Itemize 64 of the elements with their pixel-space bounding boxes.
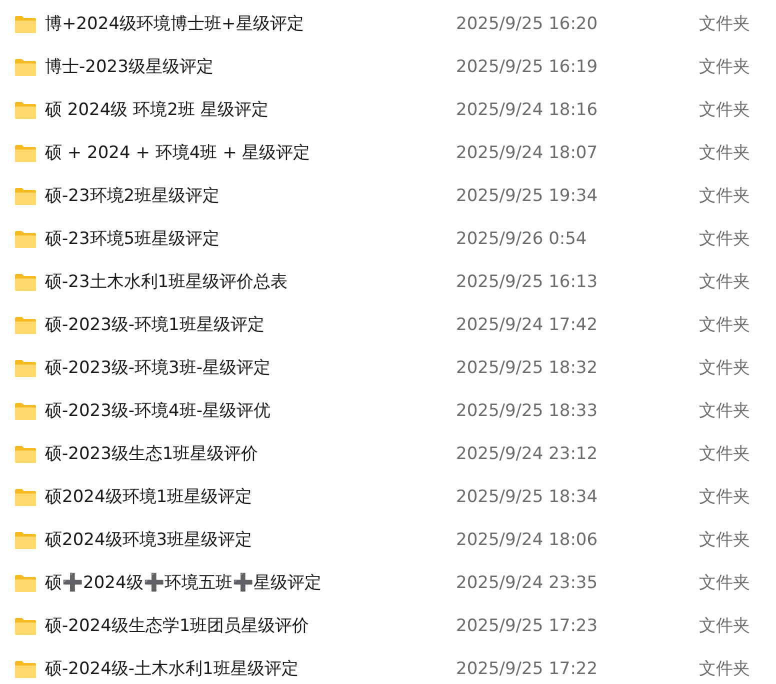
- folder-icon: [15, 274, 36, 291]
- file-type: 文件夹: [699, 658, 750, 681]
- file-type: 文件夹: [699, 98, 750, 122]
- folder-icon: [15, 618, 36, 635]
- modified-date: 2025/9/25 18:33: [456, 400, 599, 423]
- folder-icon: [15, 661, 36, 678]
- folder-icon: [15, 16, 36, 33]
- modified-date: 2025/9/24 17:42: [456, 314, 599, 337]
- file-type: 文件夹: [699, 56, 750, 79]
- modified-date: 2025/9/24 23:35: [456, 572, 599, 595]
- modified-date: 2025/9/25 16:13: [456, 270, 599, 294]
- file-type: 文件夹: [699, 486, 750, 509]
- file-type: 文件夹: [699, 12, 750, 36]
- modified-date: 2025/9/25 16:20: [456, 12, 599, 36]
- file-name[interactable]: 硕-2023级生态1班星级评价: [45, 442, 456, 468]
- folder-icon: [15, 446, 36, 463]
- modified-date: 2025/9/25 16:19: [456, 56, 599, 79]
- file-name[interactable]: 硕-23土木水利1班星级评价总表: [45, 270, 456, 296]
- modified-date: 2025/9/24 18:16: [456, 98, 599, 122]
- modified-date: 2025/9/24 18:06: [456, 528, 599, 552]
- file-name[interactable]: 硕-23环境5班星级评定: [45, 226, 456, 252]
- folder-icon: [15, 532, 36, 549]
- file-name[interactable]: 硕➕2024级➕环境五班➕星级评定: [45, 570, 456, 596]
- folder-icon: [15, 145, 36, 162]
- file-name[interactable]: 硕-2024级-土木水利1班星级评定: [45, 656, 456, 682]
- file-name[interactable]: 硕-2023级-环境4班-星级评优: [45, 398, 456, 424]
- file-type: 文件夹: [699, 528, 750, 552]
- folder-icon: [15, 317, 36, 334]
- folder-icon: [15, 360, 36, 377]
- modified-date: 2025/9/26 0:54: [456, 228, 588, 251]
- file-name[interactable]: 硕 + 2024 + 环境4班 + 星级评定: [45, 140, 456, 166]
- folder-icon: [15, 575, 36, 592]
- file-type: 文件夹: [699, 142, 750, 165]
- modified-date: 2025/9/25 19:34: [456, 184, 599, 208]
- file-type: 文件夹: [699, 356, 750, 380]
- modified-date: 2025/9/25 18:32: [456, 356, 599, 380]
- file-type: 文件夹: [699, 572, 750, 595]
- file-name[interactable]: 博士-2023级星级评定: [45, 54, 456, 80]
- file-type: 文件夹: [699, 400, 750, 423]
- file-type: 文件夹: [699, 228, 750, 251]
- file-type: 文件夹: [699, 614, 750, 638]
- file-name[interactable]: 博+2024级环境博士班+星级评定: [45, 12, 456, 38]
- modified-date: 2025/9/25 18:34: [456, 486, 599, 509]
- folder-icon: [15, 231, 36, 248]
- folder-icon: [15, 102, 36, 119]
- file-name[interactable]: 硕-2023级-环境3班-星级评定: [45, 356, 456, 382]
- file-name[interactable]: 硕2024级环境1班星级评定: [45, 484, 456, 510]
- file-name[interactable]: 硕 2024级 环境2班 星级评定: [45, 98, 456, 124]
- file-type: 文件夹: [699, 270, 750, 294]
- folder-icon: [15, 59, 36, 76]
- file-type: 文件夹: [699, 314, 750, 337]
- folder-icon: [15, 403, 36, 420]
- modified-date: 2025/9/24 23:12: [456, 442, 599, 466]
- folder-icon: [15, 489, 36, 506]
- file-type: 文件夹: [699, 184, 750, 208]
- file-name[interactable]: 硕-23环境2班星级评定: [45, 184, 456, 210]
- modified-date: 2025/9/25 17:23: [456, 614, 599, 638]
- file-type: 文件夹: [699, 442, 750, 466]
- file-name[interactable]: 硕-2023级-环境1班星级评定: [45, 312, 456, 338]
- file-name[interactable]: 硕2024级环境3班星级评定: [45, 528, 456, 554]
- modified-date: 2025/9/25 17:22: [456, 658, 599, 681]
- modified-date: 2025/9/24 18:07: [456, 142, 599, 165]
- file-name[interactable]: 硕-2024级生态学1班团员星级评价: [45, 614, 456, 640]
- folder-icon: [15, 188, 36, 205]
